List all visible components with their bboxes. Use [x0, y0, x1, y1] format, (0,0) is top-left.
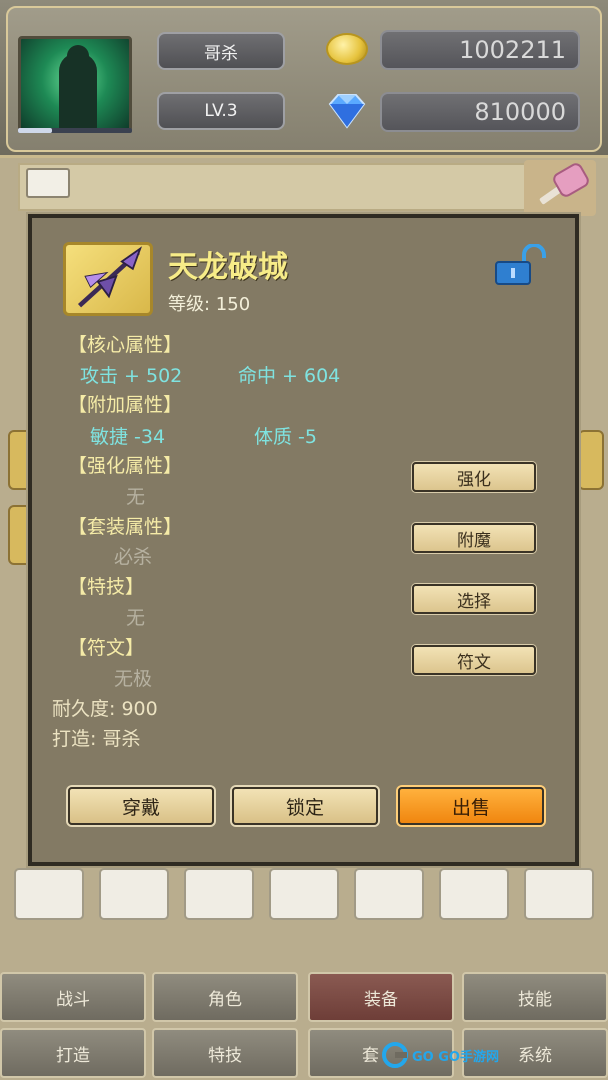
inventory-slot[interactable] — [524, 868, 594, 920]
diamond-icon — [328, 94, 366, 129]
sell-button[interactable]: 出售 — [398, 787, 544, 825]
gold-amount: 1002211 — [380, 30, 580, 70]
set-attr-value: 必杀 — [114, 546, 153, 568]
nav-equipment[interactable]: 装备 — [308, 972, 454, 1022]
rune-button[interactable]: 符文 — [412, 645, 536, 675]
equip-button[interactable]: 穿戴 — [68, 787, 214, 825]
attack-attr: 攻击 + 502 — [80, 365, 183, 387]
xp-bar — [18, 128, 132, 133]
agility-attr: 敏捷 -34 — [90, 426, 166, 448]
accuracy-attr: 命中 + 604 — [238, 365, 341, 387]
enchant-button[interactable]: 附魔 — [412, 523, 536, 553]
crafted-by: 打造: 哥杀 — [52, 728, 141, 750]
core-attr-title: 【核心属性】 — [68, 334, 183, 356]
inventory-tab-strip — [18, 163, 590, 211]
item-detail-modal: 天龙破城 等级: 150 【核心属性】 攻击 + 502 命中 + 604 【附… — [28, 214, 579, 866]
unlock-icon[interactable] — [490, 244, 552, 288]
hammer-icon[interactable] — [524, 160, 596, 216]
lock-button[interactable]: 锁定 — [232, 787, 378, 825]
inventory-slot[interactable] — [99, 868, 169, 920]
gem-amount: 810000 — [380, 92, 580, 132]
set-attr-title: 【套装属性】 — [68, 516, 183, 538]
nav-craft[interactable]: 打造 — [0, 1028, 146, 1078]
player-level: LV.3 — [157, 92, 285, 130]
player-name: 哥杀 — [157, 32, 285, 70]
watermark: GO GO手游网 — [382, 1040, 508, 1070]
enhance-attr-value: 无 — [126, 486, 146, 508]
inventory-slot[interactable] — [184, 868, 254, 920]
skill-title: 【特技】 — [68, 576, 145, 598]
inventory-slot[interactable] — [269, 868, 339, 920]
gold-coin-icon — [326, 33, 368, 65]
inventory-slot[interactable] — [439, 868, 509, 920]
player-avatar[interactable] — [18, 36, 132, 132]
watermark-logo-icon — [382, 1042, 408, 1068]
spear-icon — [63, 242, 153, 316]
nav-character[interactable]: 角色 — [152, 972, 298, 1022]
select-button[interactable]: 选择 — [412, 584, 536, 614]
item-level: 等级: 150 — [168, 294, 251, 315]
enhance-attr-title: 【强化属性】 — [68, 455, 183, 477]
constitution-attr: 体质 -5 — [254, 426, 317, 448]
inventory-slot[interactable] — [14, 868, 84, 920]
ornament-right — [578, 430, 604, 490]
extra-attr-title: 【附加属性】 — [68, 394, 183, 416]
rune-value: 无极 — [114, 668, 153, 690]
xp-bar-fill — [18, 128, 53, 133]
nav-battle[interactable]: 战斗 — [0, 972, 146, 1022]
enhance-button[interactable]: 强化 — [412, 462, 536, 492]
avatar-body — [59, 53, 97, 129]
inventory-slot[interactable] — [354, 868, 424, 920]
skill-value: 无 — [126, 607, 146, 629]
rune-title: 【符文】 — [68, 637, 145, 659]
nav-skills[interactable]: 技能 — [462, 972, 608, 1022]
durability: 耐久度: 900 — [52, 698, 158, 720]
item-name: 天龙破城 — [168, 250, 288, 285]
inventory-tab[interactable] — [26, 168, 70, 198]
watermark-text: GO GO手游网 — [412, 1049, 499, 1065]
nav-special-skill[interactable]: 特技 — [152, 1028, 298, 1078]
